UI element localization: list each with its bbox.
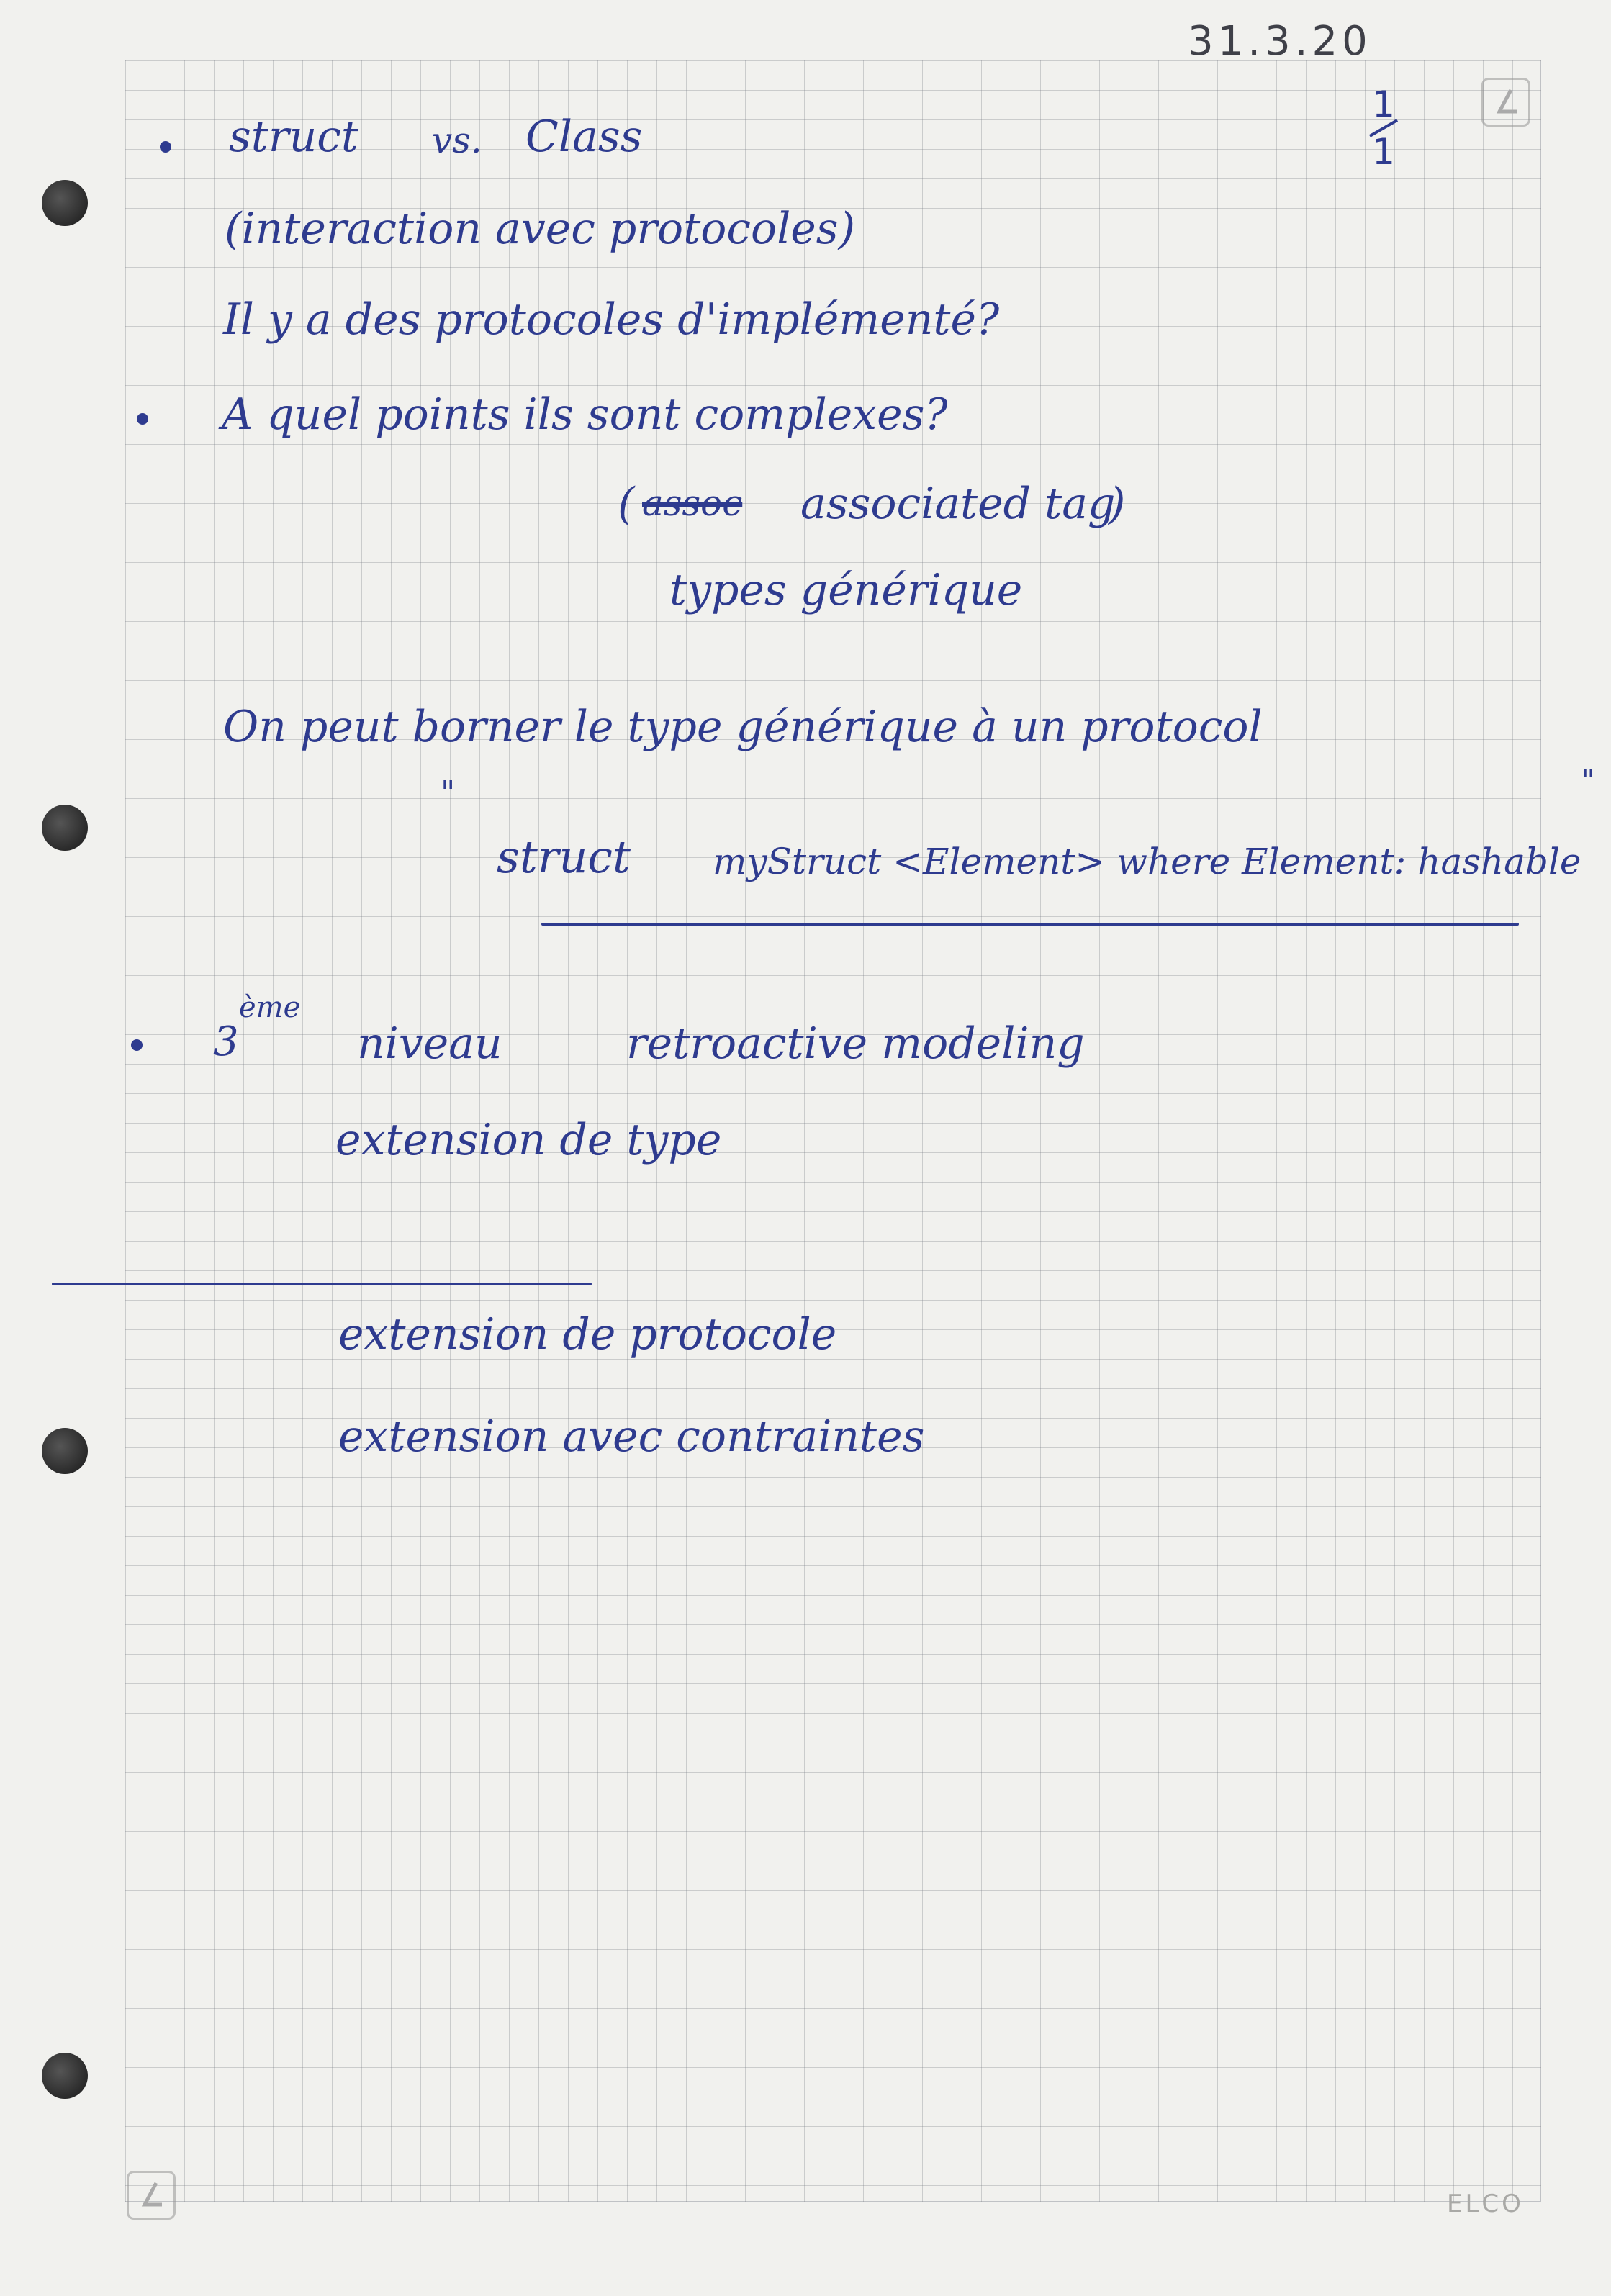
note-retroactive-modeling: retroactive modeling [626,1018,1085,1069]
note-paren-close: ) [1109,479,1126,529]
punch-hole [42,1428,88,1474]
corner-logo-icon [1481,78,1530,127]
note-paren-open: ( [618,479,635,529]
punch-hole [42,180,88,226]
note-vs: vs. [432,119,482,161]
note-crossed-out: assoc [642,482,743,524]
bullet-point [160,141,171,153]
note-generic-types: types générique [669,565,1023,615]
date: 31.3.20 [1188,18,1372,65]
underline [541,923,1519,926]
punch-hole [42,2053,88,2099]
note-class: Class [525,112,643,162]
punch-hole [42,805,88,851]
note-line-protocols-implemented: Il y a des protocoles d'implémenté? [223,294,1000,345]
note-constrained-extension: extension avec contraintes [338,1411,925,1462]
note-line-complexity: A quel points ils sont complexes? [222,389,948,440]
level-superscript: ème [239,991,301,1024]
level-number: 3 [213,1018,239,1065]
note-protocol-extension: extension de protocole [338,1309,837,1360]
note-struct: struct [229,112,358,162]
page-number: 1 1 [1368,86,1399,170]
brand-logo: ELCO [1447,2189,1524,2218]
bullet-point [131,1039,143,1051]
code-struct-declaration: myStruct <Element> where Element: hashab… [713,841,1581,882]
corner-logo-icon [127,2171,176,2220]
note-associated-tag: associated tag [800,479,1116,529]
note-line-bound-generic: On peut borner le type générique à un pr… [223,702,1263,752]
notebook-page: 31.3.20 1 1 struct vs. Class (interactio… [0,0,1611,2296]
divider-line [52,1283,592,1285]
note-type-extension: extension de type [335,1115,722,1165]
code-struct-keyword: struct [497,831,631,883]
note-niveau: niveau [357,1018,502,1069]
ditto-mark: " [441,774,456,811]
bullet-point [137,413,148,425]
note-line-interaction: (interaction avec protocoles) [225,204,855,254]
page-number-total: 1 [1372,131,1395,173]
ditto-mark: " [1581,763,1596,800]
page-number-current: 1 [1372,83,1395,125]
